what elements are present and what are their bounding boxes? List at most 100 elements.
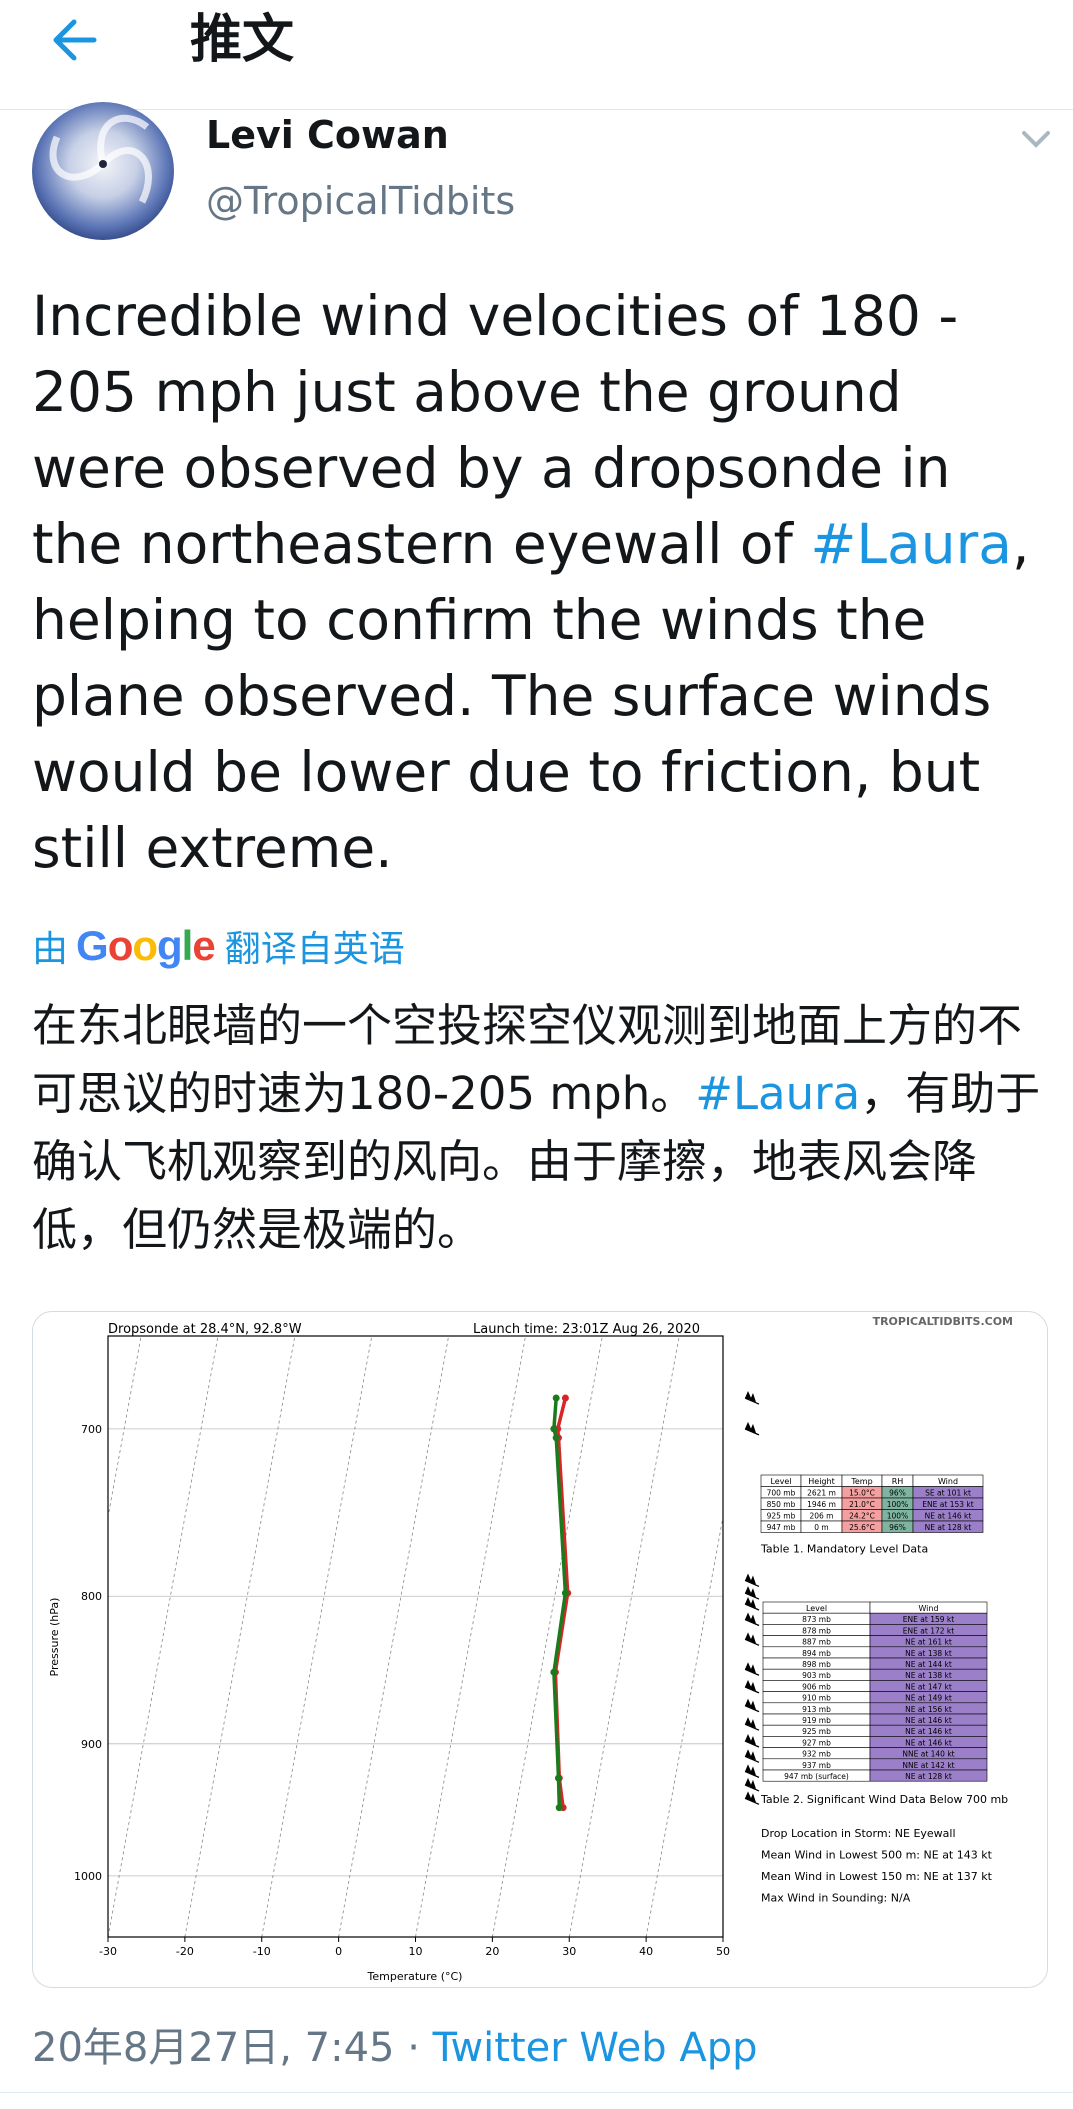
- sounding-info: Drop Location in Storm: NE Eyewall: [761, 1827, 956, 1840]
- table-value: 925 mb: [767, 1512, 796, 1521]
- x-tick-label: -20: [176, 1945, 194, 1958]
- divider: [0, 2092, 1073, 2093]
- chart-watermark: TROPICALTIDBITS.COM: [873, 1315, 1013, 1328]
- sounding-point: [561, 1589, 569, 1597]
- hashtag-link[interactable]: #Laura: [810, 512, 1012, 576]
- table-caption: Table 1. Mandatory Level Data: [760, 1543, 928, 1556]
- x-axis-label: Temperature (°C): [367, 1970, 463, 1983]
- table-value: 100%: [887, 1500, 908, 1509]
- y-tick-label: 1000: [74, 1870, 102, 1883]
- table-value: ENE at 153 kt: [922, 1500, 973, 1509]
- table-header: RH: [892, 1477, 904, 1486]
- sounding-point: [552, 1394, 560, 1402]
- y-tick-label: 700: [81, 1423, 102, 1436]
- x-tick-label: 0: [335, 1945, 342, 1958]
- table-value: 947 mb (surface): [784, 1772, 849, 1781]
- table-value: NE at 161 kt: [905, 1638, 952, 1647]
- source-link[interactable]: Twitter Web App: [433, 2025, 758, 2071]
- sounding-point: [555, 1804, 563, 1812]
- table-value: 1946 m: [807, 1500, 836, 1509]
- sounding-point: [552, 1434, 560, 1442]
- wind-barb: [744, 1791, 760, 1805]
- top-bar: 推文: [0, 0, 1073, 110]
- x-tick-label: 10: [409, 1945, 423, 1958]
- table-value: 927 mb: [802, 1738, 831, 1747]
- timestamp[interactable]: 20年8月27日, 7:45 ·: [32, 2025, 433, 2071]
- table-value: NNE at 140 kt: [902, 1750, 954, 1759]
- table-value: 910 mb: [802, 1694, 831, 1703]
- wind-barb: [744, 1764, 760, 1778]
- sounding-point: [550, 1425, 558, 1433]
- table-value: 15.0°C: [849, 1489, 875, 1498]
- chart-subtitle: Launch time: 23:01Z Aug 26, 2020: [473, 1322, 700, 1337]
- table-value: 878 mb: [802, 1626, 831, 1635]
- wind-barb: [744, 1632, 760, 1646]
- author-handle[interactable]: @TropicalTidbits: [206, 176, 515, 226]
- y-axis-label: Pressure (hPa): [48, 1598, 61, 1677]
- table-value: NE at 128 kt: [925, 1523, 972, 1532]
- table-value: 96%: [889, 1523, 906, 1532]
- back-button[interactable]: [44, 10, 104, 70]
- media-image[interactable]: Dropsonde at 28.4°N, 92.8°W Launch time:…: [32, 1311, 1048, 1988]
- table-value: 919 mb: [802, 1716, 831, 1725]
- table-value: 700 mb: [767, 1489, 796, 1498]
- table-value: ENE at 159 kt: [903, 1615, 954, 1624]
- x-tick-label: 20: [485, 1945, 499, 1958]
- y-tick-label: 800: [81, 1590, 102, 1603]
- sounding-point: [550, 1668, 558, 1676]
- chart-title: Dropsonde at 28.4°N, 92.8°W: [108, 1322, 302, 1337]
- translated-hashtag-link[interactable]: #Laura: [695, 1067, 860, 1120]
- table-value: ENE at 172 kt: [903, 1626, 954, 1635]
- table-value: 24.2°C: [849, 1512, 875, 1521]
- sounding-point: [554, 1774, 562, 1782]
- table-header: Wind: [938, 1477, 958, 1486]
- table-value: 873 mb: [802, 1615, 831, 1624]
- table-value: NE at 146 kt: [905, 1738, 952, 1747]
- table-value: 21.0°C: [849, 1500, 875, 1509]
- more-options-button[interactable]: [1014, 120, 1058, 156]
- table-value: 903 mb: [802, 1671, 831, 1680]
- table-caption: Table 2. Significant Wind Data Below 700…: [760, 1793, 1008, 1806]
- table-value: NE at 146 kt: [905, 1727, 952, 1736]
- wind-barb: [744, 1421, 760, 1436]
- table-value: SE at 101 kt: [925, 1489, 971, 1498]
- table-value: 2621 m: [807, 1489, 836, 1498]
- page-title: 推文: [190, 10, 295, 70]
- table-value: 947 mb: [767, 1523, 796, 1532]
- table-value: 937 mb: [802, 1761, 831, 1770]
- x-tick-label: 30: [562, 1945, 576, 1958]
- table-value: 898 mb: [802, 1660, 831, 1669]
- table-value: NE at 149 kt: [905, 1694, 952, 1703]
- author-name[interactable]: Levi Cowan: [206, 110, 449, 160]
- table-value: NE at 138 kt: [905, 1671, 952, 1680]
- table-header: Level: [770, 1477, 791, 1486]
- table-value: 100%: [887, 1512, 908, 1521]
- table-value: 887 mb: [802, 1638, 831, 1647]
- table-value: 894 mb: [802, 1649, 831, 1658]
- avatar[interactable]: [32, 102, 174, 240]
- table-value: NE at 146 kt: [925, 1512, 972, 1521]
- table-header: Temp: [850, 1477, 872, 1486]
- sounding-info: Mean Wind in Lowest 150 m: NE at 137 kt: [761, 1870, 993, 1883]
- wind-barb: [744, 1662, 760, 1676]
- sounding-info: Mean Wind in Lowest 500 m: NE at 143 kt: [761, 1849, 993, 1862]
- table-value: 96%: [889, 1489, 906, 1498]
- wind-barb: [744, 1391, 760, 1405]
- sounding-info: Max Wind in Sounding: N/A: [761, 1892, 911, 1905]
- back-arrow-icon: [53, 19, 97, 61]
- wind-barb: [744, 1573, 760, 1588]
- wind-barb: [744, 1679, 760, 1694]
- wind-barb: [744, 1597, 760, 1611]
- table-value: 925 mb: [802, 1727, 831, 1736]
- x-tick-label: -30: [99, 1945, 117, 1958]
- dropsonde-chart: Dropsonde at 28.4°N, 92.8°W Launch time:…: [48, 1315, 1013, 1983]
- google-logo: Google: [76, 922, 216, 969]
- table-value: NE at 156 kt: [905, 1705, 952, 1714]
- x-tick-label: 40: [639, 1945, 653, 1958]
- plot-frame: [107, 1335, 724, 1938]
- table-value: NE at 147 kt: [905, 1682, 952, 1691]
- isotherm-line: [645, 1514, 723, 1937]
- wind-barb: [744, 1698, 760, 1713]
- translation-attribution[interactable]: 由 Google 翻译自英语: [32, 918, 405, 974]
- table-header: Level: [806, 1604, 827, 1613]
